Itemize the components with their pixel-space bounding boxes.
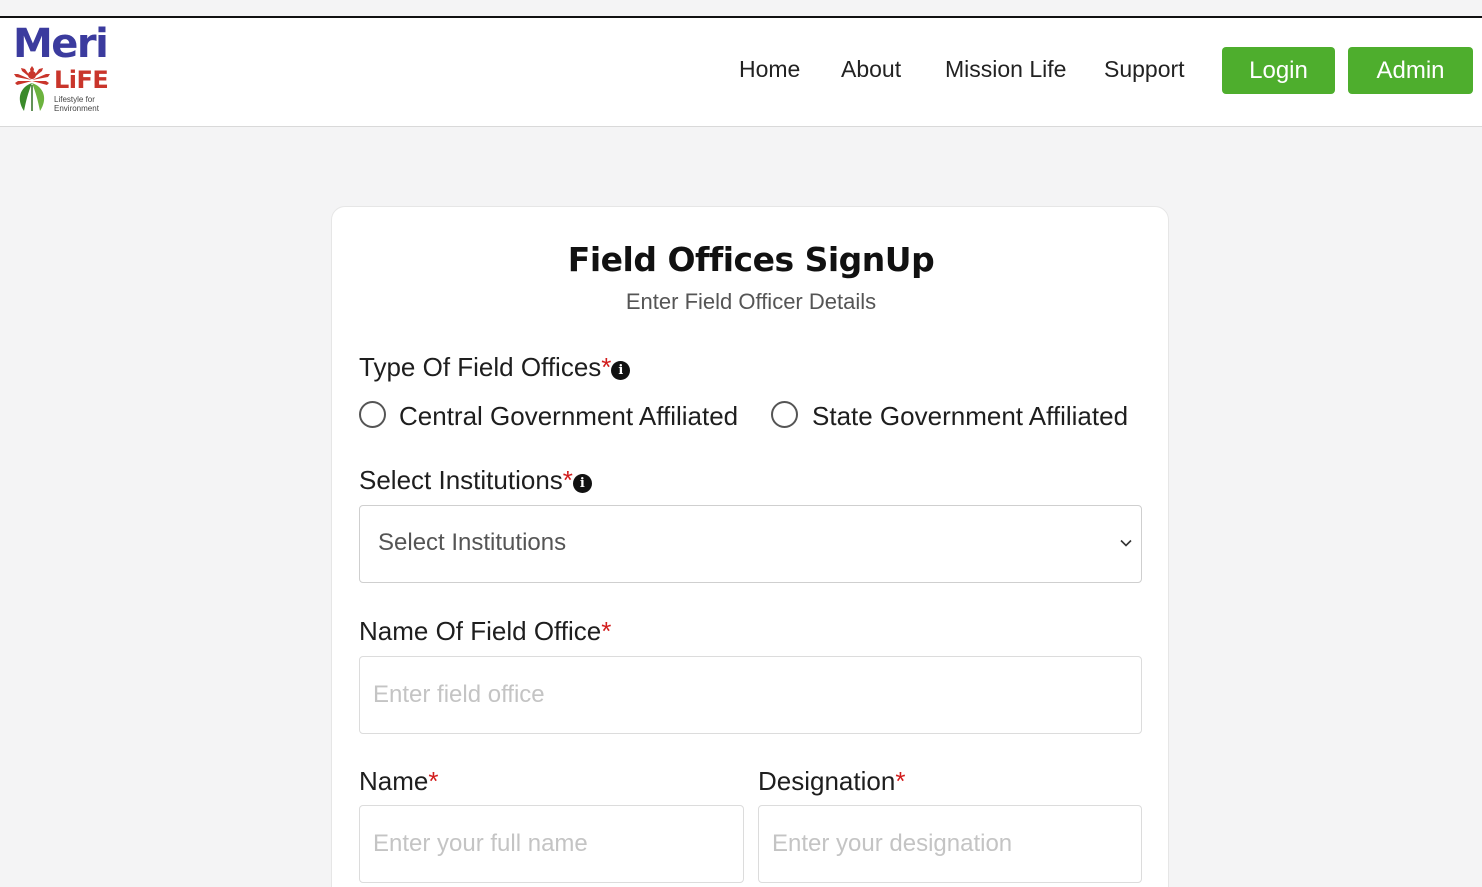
field-office-name-label: Name Of Field Office* xyxy=(359,615,611,647)
name-label-text: Name xyxy=(359,766,429,796)
institutions-select[interactable]: Select Institutions xyxy=(359,505,1142,583)
field-office-type-radio-group: Central Government Affiliated State Gove… xyxy=(359,400,1149,434)
required-marker: * xyxy=(562,465,573,495)
nav-support[interactable]: Support xyxy=(1104,54,1185,84)
required-marker: * xyxy=(428,766,439,796)
designation-label: Designation* xyxy=(758,765,905,797)
nav-home[interactable]: Home xyxy=(739,54,800,84)
select-institutions-label: Select Institutions* i xyxy=(359,464,592,496)
radio-central-government[interactable] xyxy=(359,401,386,428)
required-marker: * xyxy=(601,616,612,646)
designation-label-text: Designation xyxy=(758,766,896,796)
nav-about[interactable]: About xyxy=(841,54,901,84)
name-label: Name* xyxy=(359,765,438,797)
full-name-input[interactable] xyxy=(359,805,744,883)
info-icon[interactable]: i xyxy=(572,474,592,493)
required-marker: * xyxy=(895,766,906,796)
main-nav: Home About Mission Life Support Login Ad… xyxy=(0,18,1482,127)
type-of-field-offices-label: Type Of Field Offices* i xyxy=(359,351,631,383)
field-office-input[interactable] xyxy=(359,656,1142,734)
type-label-text: Type Of Field Offices xyxy=(359,352,602,382)
required-marker: * xyxy=(601,352,612,382)
admin-button[interactable]: Admin xyxy=(1348,47,1473,94)
radio-state-government[interactable] xyxy=(771,401,798,428)
designation-input[interactable] xyxy=(758,805,1142,883)
institutions-select-value: Select Institutions xyxy=(378,529,567,556)
field-office-label-text: Name Of Field Office xyxy=(359,616,602,646)
info-icon[interactable]: i xyxy=(611,361,631,380)
page-subtitle: Enter Field Officer Details xyxy=(625,289,877,314)
radio-label-state[interactable]: State Government Affiliated xyxy=(812,400,1128,432)
site-header: Meri LiFE Lifestyle for Environment Home… xyxy=(0,18,1482,127)
page-title: Field Offices SignUp xyxy=(567,240,935,279)
chevron-down-icon xyxy=(1120,539,1132,547)
institutions-label-text: Select Institutions xyxy=(359,465,563,495)
signup-card: Field Offices SignUp Enter Field Officer… xyxy=(331,206,1169,887)
radio-label-central[interactable]: Central Government Affiliated xyxy=(399,400,738,432)
login-button[interactable]: Login xyxy=(1222,47,1335,94)
nav-mission-life[interactable]: Mission Life xyxy=(945,54,1066,84)
